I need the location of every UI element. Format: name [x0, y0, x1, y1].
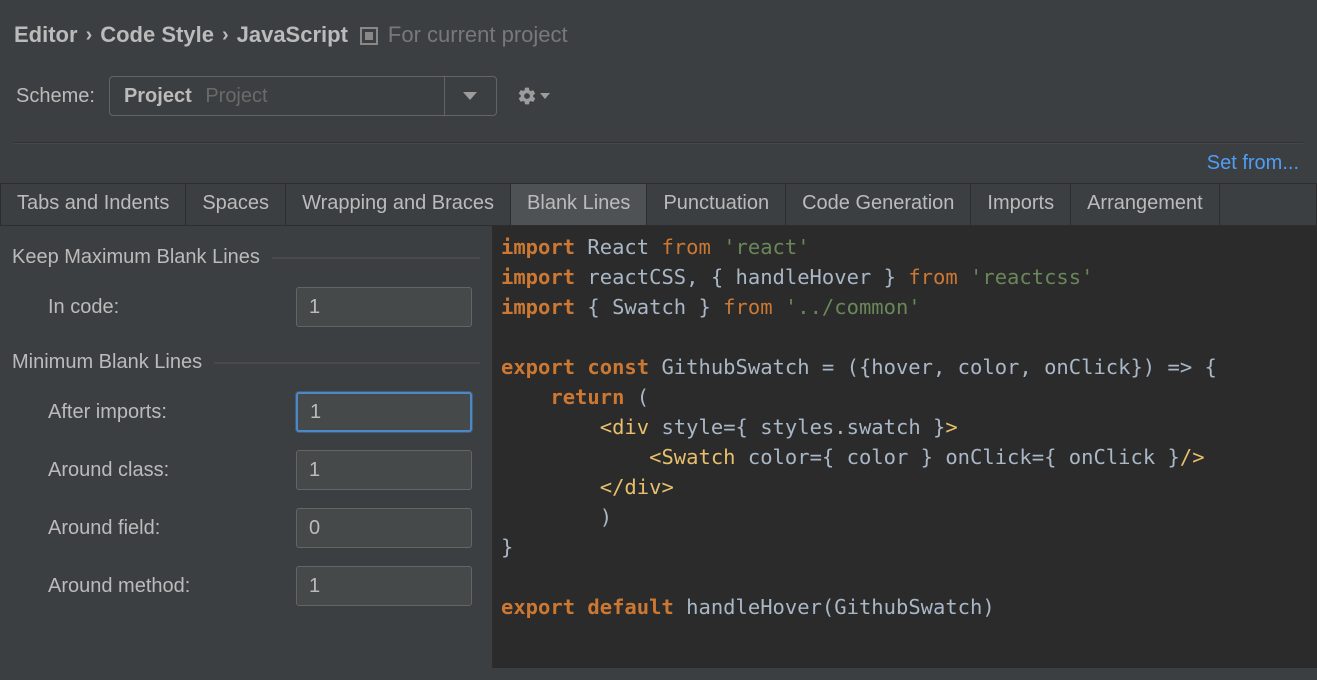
chevron-down-icon: [463, 92, 477, 100]
crumb-editor[interactable]: Editor: [14, 22, 78, 48]
min-field-label: After imports:: [48, 401, 296, 424]
tabs: Tabs and IndentsSpacesWrapping and Brace…: [0, 183, 1317, 226]
section-title: Minimum Blank Lines: [12, 351, 202, 374]
scheme-hint: Project: [205, 85, 267, 107]
min-field-row: After imports:: [48, 392, 480, 432]
min-field-label: Around method:: [48, 575, 296, 598]
divider: [14, 142, 1303, 144]
min-field-label: Around field:: [48, 517, 296, 540]
min-field-row: Around class:: [48, 450, 480, 490]
set-from-link[interactable]: Set from...: [1207, 152, 1299, 175]
rule: [214, 362, 480, 364]
tab-wrapping-and-braces[interactable]: Wrapping and Braces: [286, 183, 511, 225]
keep-field-row: In code:: [48, 287, 480, 327]
scheme-select[interactable]: Project Project: [109, 76, 497, 116]
project-scope-icon: [360, 27, 378, 45]
min-field-input[interactable]: [296, 508, 472, 548]
blank-lines-panel: Keep Maximum Blank Lines In code: Minimu…: [0, 226, 492, 668]
section-keep-max: Keep Maximum Blank Lines: [12, 246, 480, 269]
min-field-row: Around method:: [48, 566, 480, 606]
rule: [272, 257, 480, 259]
keep-field-input[interactable]: [296, 287, 472, 327]
tab-arrangement[interactable]: Arrangement: [1071, 183, 1220, 225]
min-field-row: Around field:: [48, 508, 480, 548]
min-field-input[interactable]: [296, 450, 472, 490]
tab-blank-lines[interactable]: Blank Lines: [511, 183, 647, 225]
tab-code-generation[interactable]: Code Generation: [786, 183, 971, 225]
section-min: Minimum Blank Lines: [12, 351, 480, 374]
breadcrumb: Editor › Code Style › JavaScript For cur…: [14, 22, 1303, 48]
crumb-codestyle[interactable]: Code Style: [100, 22, 214, 48]
scheme-actions-button[interactable]: [517, 86, 550, 106]
gear-icon: [517, 86, 537, 106]
section-title: Keep Maximum Blank Lines: [12, 246, 260, 269]
tab-tabs-and-indents[interactable]: Tabs and Indents: [0, 183, 186, 225]
code-preview: import React from 'react' import reactCS…: [492, 226, 1317, 668]
min-field-label: Around class:: [48, 459, 296, 482]
keep-field-label: In code:: [48, 296, 296, 319]
tab-imports[interactable]: Imports: [971, 183, 1071, 225]
breadcrumb-sep: ›: [84, 24, 95, 47]
scheme-dropdown-arrow[interactable]: [444, 77, 496, 115]
crumb-javascript[interactable]: JavaScript: [237, 22, 348, 48]
chevron-down-icon: [540, 93, 550, 99]
scope-text: For current project: [388, 22, 568, 48]
scheme-value: Project: [124, 85, 192, 107]
tab-spaces[interactable]: Spaces: [186, 183, 286, 225]
scheme-label: Scheme:: [16, 85, 95, 108]
breadcrumb-sep: ›: [220, 24, 231, 47]
tab-punctuation[interactable]: Punctuation: [647, 183, 786, 225]
min-field-input[interactable]: [296, 566, 472, 606]
min-field-input[interactable]: [296, 392, 472, 432]
